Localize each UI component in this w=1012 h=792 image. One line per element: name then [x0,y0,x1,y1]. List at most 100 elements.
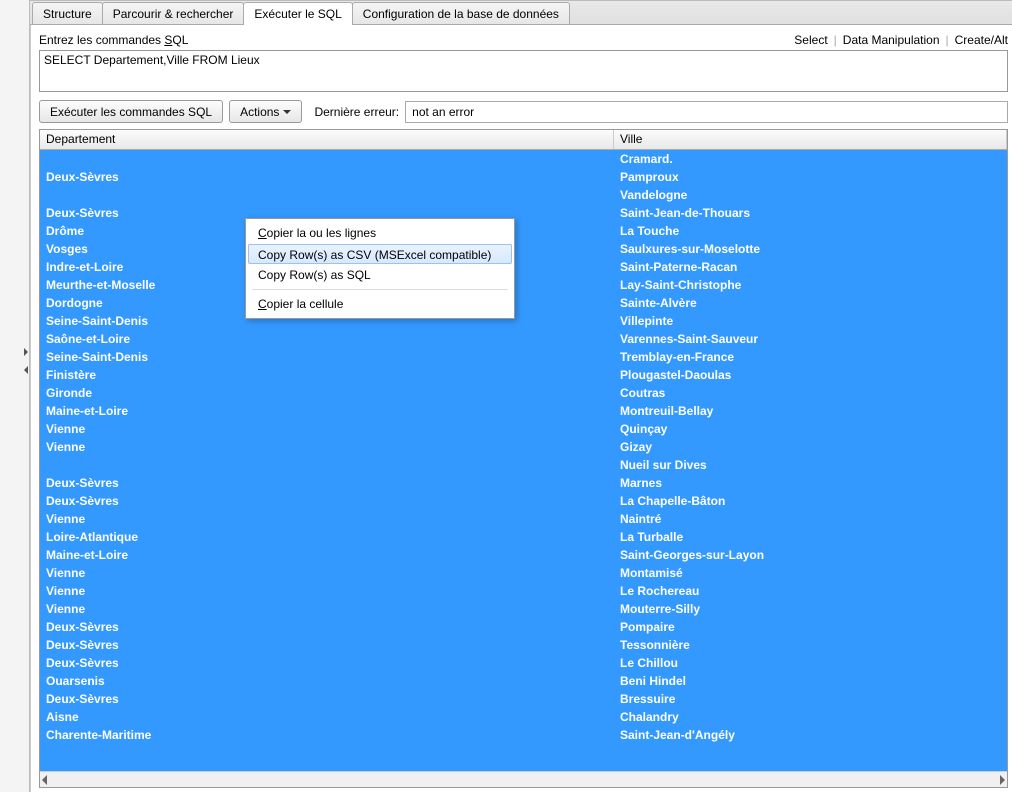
table-row[interactable]: VienneLe Rochereau [40,582,1007,600]
cell-ville[interactable]: Plougastel-Daoulas [614,366,1007,384]
cell-ville[interactable]: Gizay [614,438,1007,456]
menu-item-copy-csv[interactable]: Copy Row(s) as CSV (MSExcel compatible) [248,244,512,264]
cell-departement[interactable]: Charente-Maritime [40,726,614,744]
cell-ville[interactable]: Saint-Jean-d'Angély [614,726,1007,744]
cell-ville[interactable]: Mouterre-Silly [614,600,1007,618]
table-row[interactable]: Maine-et-LoireMontreuil-Bellay [40,402,1007,420]
cell-ville[interactable]: La Turballe [614,528,1007,546]
tab-execute-sql[interactable]: Exécuter le SQL [243,2,352,25]
table-row[interactable]: OuarsenisBeni Hindel [40,672,1007,690]
create-alter-button[interactable]: Create/Alt [955,33,1008,47]
cell-departement[interactable]: Deux-Sèvres [40,690,614,708]
cell-departement[interactable]: Vienne [40,438,614,456]
cell-ville[interactable]: Tessonnière [614,636,1007,654]
cell-departement[interactable]: Deux-Sèvres [40,654,614,672]
table-row[interactable]: VienneNaintré [40,510,1007,528]
cell-ville[interactable]: Saint-Paterne-Racan [614,258,1007,276]
table-row[interactable]: VienneMontamisé [40,564,1007,582]
tab-structure[interactable]: Structure [32,2,103,24]
table-row[interactable]: Loire-AtlantiqueLa Turballe [40,528,1007,546]
data-manipulation-button[interactable]: Data Manipulation [843,33,940,47]
cell-departement[interactable]: Ouarsenis [40,672,614,690]
cell-departement[interactable]: Vienne [40,510,614,528]
cell-ville[interactable]: Montreuil-Bellay [614,402,1007,420]
table-row[interactable]: Indre-et-LoireSaint-Paterne-Racan [40,258,1007,276]
cell-ville[interactable]: Sainte-Alvère [614,294,1007,312]
cell-departement[interactable]: Vienne [40,564,614,582]
cell-ville[interactable]: Saint-Georges-sur-Layon [614,546,1007,564]
table-row[interactable]: Deux-SèvresPompaire [40,618,1007,636]
cell-ville[interactable]: Quinçay [614,420,1007,438]
cell-departement[interactable]: Saône-et-Loire [40,330,614,348]
cell-ville[interactable]: Beni Hindel [614,672,1007,690]
cell-ville[interactable]: Varennes-Saint-Sauveur [614,330,1007,348]
cell-ville[interactable]: Le Rochereau [614,582,1007,600]
cell-departement[interactable]: Deux-Sèvres [40,168,614,186]
cell-ville[interactable]: Lay-Saint-Christophe [614,276,1007,294]
table-row[interactable]: Meurthe-et-MoselleLay-Saint-Christophe [40,276,1007,294]
table-row[interactable]: Saône-et-LoireVarennes-Saint-Sauveur [40,330,1007,348]
cell-ville[interactable]: Naintré [614,510,1007,528]
cell-departement[interactable]: Deux-Sèvres [40,618,614,636]
cell-ville[interactable]: Saint-Jean-de-Thouars [614,204,1007,222]
actions-button[interactable]: Actions [229,100,302,123]
cell-ville[interactable]: La Touche [614,222,1007,240]
table-row[interactable]: Deux-SèvresLe Chillou [40,654,1007,672]
cell-departement[interactable] [40,186,614,204]
cell-ville[interactable]: Cramard. [614,150,1007,168]
cell-departement[interactable]: Seine-Saint-Denis [40,348,614,366]
cell-ville[interactable]: Pamproux [614,168,1007,186]
cell-departement[interactable]: Loire-Atlantique [40,528,614,546]
horizontal-scrollbar[interactable] [40,771,1007,787]
table-row[interactable]: VosgesSaulxures-sur-Moselotte [40,240,1007,258]
cell-ville[interactable]: Marnes [614,474,1007,492]
table-row[interactable]: VienneMouterre-Silly [40,600,1007,618]
table-row[interactable]: Charente-MaritimeSaint-Jean-d'Angély [40,726,1007,744]
cell-ville[interactable]: Villepinte [614,312,1007,330]
cell-ville[interactable]: Coutras [614,384,1007,402]
cell-departement[interactable]: Vienne [40,582,614,600]
cell-departement[interactable] [40,456,614,474]
cell-ville[interactable]: Saulxures-sur-Moselotte [614,240,1007,258]
dock-splitter[interactable] [23,300,29,792]
cell-departement[interactable]: Vienne [40,600,614,618]
table-row[interactable]: FinistèrePlougastel-Daoulas [40,366,1007,384]
cell-departement[interactable]: Vienne [40,420,614,438]
menu-item-copy-lines[interactable]: Copier la ou les lignes [248,222,512,244]
table-row[interactable]: Deux-SèvresMarnes [40,474,1007,492]
table-row[interactable]: VienneGizay [40,438,1007,456]
table-row[interactable]: Seine-Saint-DenisVillepinte [40,312,1007,330]
cell-departement[interactable]: Deux-Sèvres [40,474,614,492]
cell-departement[interactable]: Finistère [40,366,614,384]
menu-item-copy-cell[interactable]: Copier la cellule [248,293,512,315]
cell-ville[interactable]: La Chapelle-Bâton [614,492,1007,510]
table-row[interactable]: DordogneSainte-Alvère [40,294,1007,312]
column-header-departement[interactable]: Departement [40,130,614,149]
table-row[interactable]: Deux-SèvresSaint-Jean-de-Thouars [40,204,1007,222]
table-row[interactable]: GirondeCoutras [40,384,1007,402]
cell-departement[interactable]: Aisne [40,708,614,726]
table-row[interactable]: AisneChalandry [40,708,1007,726]
cell-ville[interactable]: Nueil sur Dives [614,456,1007,474]
cell-ville[interactable]: Vandelogne [614,186,1007,204]
cell-departement[interactable]: Gironde [40,384,614,402]
cell-departement[interactable]: Deux-Sèvres [40,636,614,654]
cell-ville[interactable]: Montamisé [614,564,1007,582]
table-row[interactable]: Seine-Saint-DenisTremblay-en-France [40,348,1007,366]
cell-ville[interactable]: Le Chillou [614,654,1007,672]
cell-ville[interactable]: Tremblay-en-France [614,348,1007,366]
execute-sql-button[interactable]: Exécuter les commandes SQL [39,100,223,123]
table-row[interactable]: Deux-SèvresLa Chapelle-Bâton [40,492,1007,510]
tab-browse-search[interactable]: Parcourir & rechercher [102,2,245,24]
table-row[interactable]: DrômeLa Touche [40,222,1007,240]
cell-ville[interactable]: Chalandry [614,708,1007,726]
table-row[interactable]: Nueil sur Dives [40,456,1007,474]
column-header-ville[interactable]: Ville [614,130,1007,149]
sql-input[interactable] [39,50,1008,92]
cell-ville[interactable]: Bressuire [614,690,1007,708]
cell-departement[interactable]: Maine-et-Loire [40,546,614,564]
table-row[interactable]: Cramard. [40,150,1007,168]
table-row[interactable]: Maine-et-LoireSaint-Georges-sur-Layon [40,546,1007,564]
table-row[interactable]: Deux-SèvresTessonnière [40,636,1007,654]
table-row[interactable]: VienneQuinçay [40,420,1007,438]
